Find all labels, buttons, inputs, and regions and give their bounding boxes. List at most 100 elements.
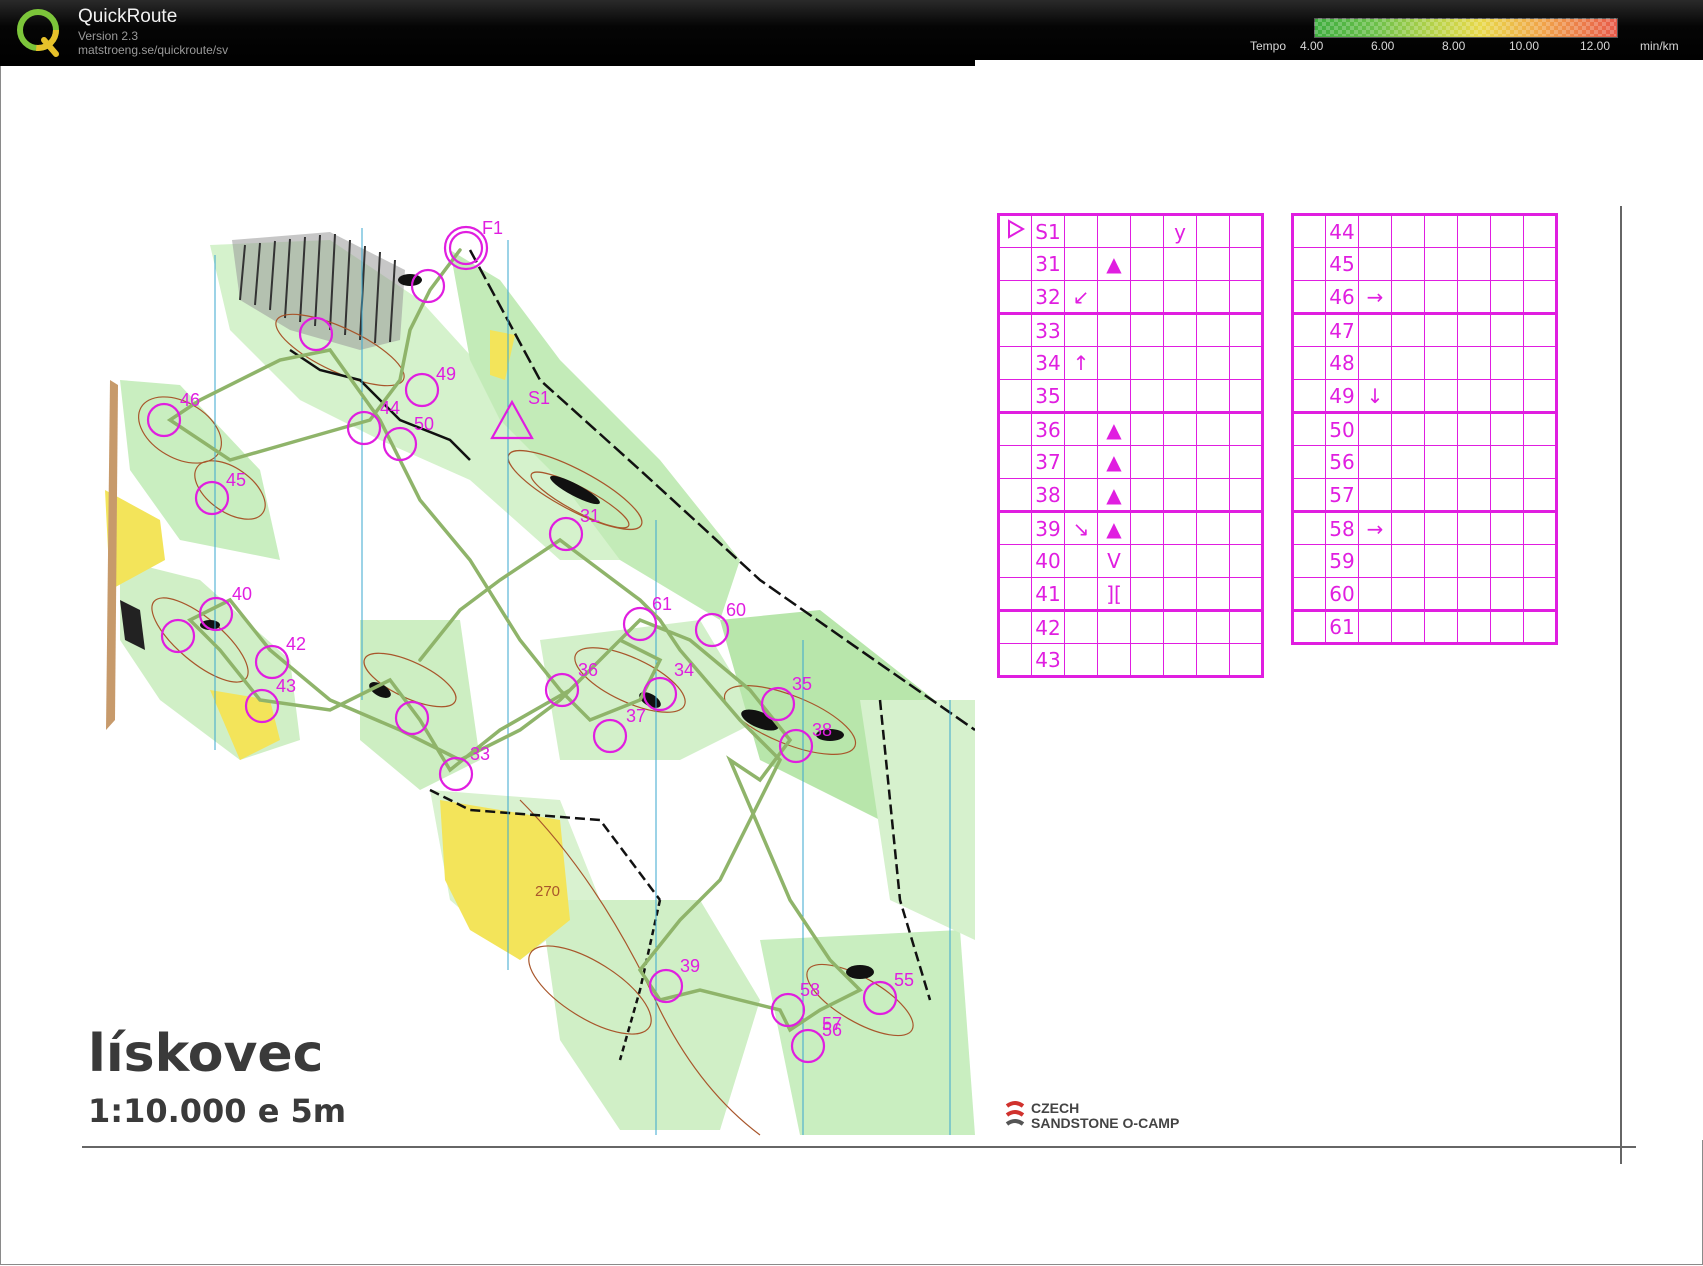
description-cell — [1391, 609, 1425, 644]
description-cell — [1391, 478, 1425, 512]
description-cell — [1292, 411, 1326, 446]
event-brand: CZECH SANDSTONE O-CAMP — [1003, 1098, 1203, 1132]
description-cell — [1163, 478, 1197, 512]
control-code: 47 — [1325, 312, 1359, 347]
description-cell — [1424, 379, 1458, 413]
description-cell — [1391, 510, 1425, 545]
control-label: 49 — [436, 364, 456, 384]
control-label: 60 — [726, 600, 746, 620]
description-cell — [1424, 445, 1458, 479]
description-cell — [1130, 544, 1164, 578]
control-label: 33 — [470, 744, 490, 764]
description-cell — [1097, 280, 1131, 314]
description-cell — [1523, 247, 1557, 281]
description-cell — [1391, 379, 1425, 413]
description-cell — [1292, 577, 1326, 611]
description-cell — [1130, 643, 1164, 677]
control-label: 45 — [226, 470, 246, 490]
description-row: 46 → — [1292, 280, 1557, 314]
description-cell: ▲ — [1097, 445, 1131, 479]
map-title: lískovec — [88, 1024, 324, 1084]
control-code: 35 — [1031, 379, 1065, 413]
description-cell — [1229, 214, 1263, 248]
description-cell — [1358, 478, 1392, 512]
description-cell — [1358, 445, 1392, 479]
description-cell — [1457, 312, 1491, 347]
description-row: 36 ▲ — [998, 411, 1263, 446]
description-cell — [1457, 346, 1491, 380]
description-cell — [1163, 445, 1197, 479]
description-cell — [1229, 280, 1263, 314]
control-label: 42 — [286, 634, 306, 654]
description-cell — [1229, 346, 1263, 380]
description-cell — [1097, 379, 1131, 413]
description-row: 58 → — [1292, 510, 1557, 545]
control-label: 31 — [580, 506, 600, 526]
control-code: 44 — [1325, 214, 1359, 248]
control-code: 49 — [1325, 379, 1359, 413]
description-cell — [1457, 478, 1491, 512]
description-cell — [998, 544, 1032, 578]
description-row: 48 — [1292, 346, 1557, 380]
description-cell — [1196, 609, 1230, 644]
description-row: 34 ↑ — [998, 346, 1263, 380]
control-label: 36 — [578, 660, 598, 680]
control-label: 34 — [674, 660, 694, 680]
control-label: 40 — [232, 584, 252, 604]
description-cell — [1391, 312, 1425, 347]
description-cell — [1064, 544, 1098, 578]
description-cell — [1196, 478, 1230, 512]
description-cell — [1292, 445, 1326, 479]
description-row: 31 ▲ — [998, 247, 1263, 281]
description-cell — [1523, 411, 1557, 446]
description-cell — [1457, 247, 1491, 281]
description-row: 40 V — [998, 544, 1263, 578]
description-cell — [1196, 312, 1230, 347]
description-cell — [1292, 379, 1326, 413]
description-cell — [1391, 214, 1425, 248]
control-label: 55 — [894, 970, 914, 990]
description-cell — [998, 247, 1032, 281]
description-cell — [1391, 445, 1425, 479]
control-code: 33 — [1031, 312, 1065, 347]
description-cell — [1490, 544, 1524, 578]
description-row: 50 — [1292, 411, 1557, 446]
description-cell — [1358, 312, 1392, 347]
control-code: 48 — [1325, 346, 1359, 380]
description-cell — [1523, 577, 1557, 611]
map-scale: 1:10.000 e 5m — [88, 1092, 347, 1130]
description-cell — [998, 312, 1032, 347]
description-cell — [1196, 280, 1230, 314]
description-cell — [1457, 280, 1491, 314]
description-cell: ▲ — [1097, 510, 1131, 545]
description-cell — [1097, 346, 1131, 380]
bottom-rule — [82, 1146, 1636, 1148]
description-cell — [1457, 609, 1491, 644]
description-cell — [1292, 510, 1326, 545]
description-cell — [1391, 577, 1425, 611]
description-cell — [1196, 577, 1230, 611]
control-code: 41 — [1031, 577, 1065, 611]
description-cell — [1391, 411, 1425, 446]
description-cell — [1490, 411, 1524, 446]
control-label: 38 — [812, 720, 832, 740]
description-cell — [1163, 346, 1197, 380]
description-cell — [1358, 214, 1392, 248]
control-code: 60 — [1325, 577, 1359, 611]
description-cell: ▲ — [1097, 411, 1131, 446]
description-cell — [1163, 247, 1197, 281]
description-cell — [1457, 214, 1491, 248]
description-cell — [1097, 643, 1131, 677]
description-row: 37 ▲ — [998, 445, 1263, 479]
description-cell — [998, 577, 1032, 611]
description-cell — [998, 609, 1032, 644]
description-cell — [1358, 544, 1392, 578]
description-cell — [1490, 609, 1524, 644]
description-cell — [1523, 445, 1557, 479]
description-cell — [1064, 411, 1098, 446]
description-cell — [1064, 643, 1098, 677]
control-description-left: S1 y 31 ▲ 32 ↙ 33 34 ↑ 35 36 ▲ 37 ▲ 38 ▲ 39 ↘ ▲ 40 V 41][42 43 — [997, 213, 1264, 678]
description-cell — [1163, 544, 1197, 578]
description-cell — [1130, 577, 1164, 611]
description-cell — [1229, 445, 1263, 479]
